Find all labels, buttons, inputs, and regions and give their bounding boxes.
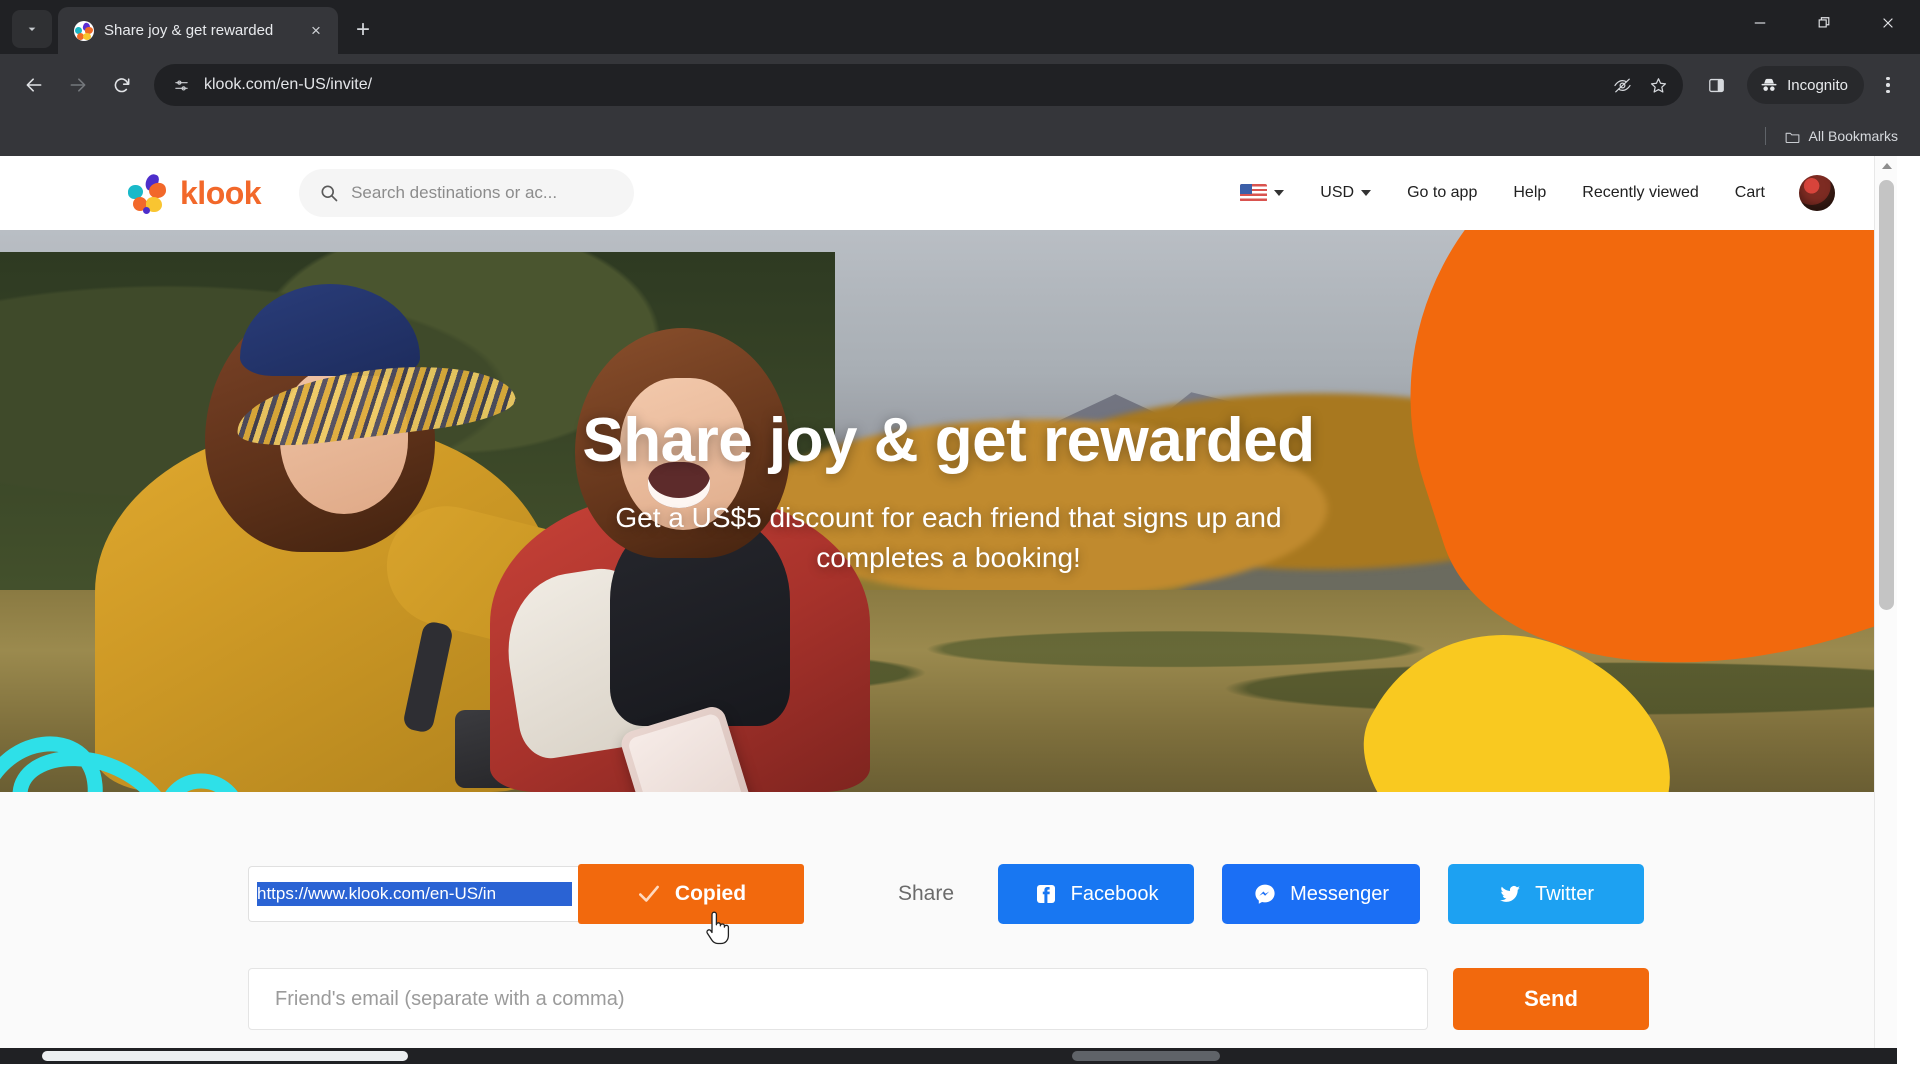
copy-button-label: Copied [674,882,747,905]
chevron-down-icon [1361,190,1372,196]
forward-button[interactable] [58,65,98,105]
share-facebook-button[interactable]: Facebook [998,864,1195,924]
avatar[interactable] [1799,175,1835,211]
hero-copy: Share joy & get rewarded Get a US$5 disc… [0,230,1897,792]
search-placeholder: Search destinations or ac... [351,183,558,202]
currency-selector[interactable]: USD [1302,184,1389,202]
hero-title: Share joy & get rewarded [582,405,1315,475]
incognito-label: Incognito [1787,76,1848,94]
browser-tab[interactable]: Share joy & get rewarded × [58,7,338,54]
reload-button[interactable] [102,65,142,105]
folder-icon [1785,132,1799,143]
klook-logo[interactable]: klook [128,172,262,214]
site-header: klook Search destinations or ac... USD G… [0,156,1897,230]
brand-name: klook [180,174,262,211]
window-controls [1728,0,1920,46]
share-button-label: Messenger [1290,882,1390,905]
incognito-indicator[interactable]: Incognito [1747,66,1864,104]
email-invite-row: Friend's email (separate with a comma) S… [0,968,1897,1030]
check-icon [638,885,659,902]
maximize-button[interactable] [1792,0,1856,46]
address-bar[interactable]: klook.com/en-US/invite/ [154,64,1684,106]
nav-help[interactable]: Help [1495,184,1564,202]
scroll-up-arrow-icon[interactable] [1875,156,1897,176]
hero-banner: Share joy & get rewarded Get a US$5 disc… [0,230,1897,792]
klook-mark-icon [128,172,170,214]
klook-favicon-icon [74,20,94,41]
tab-close-icon[interactable]: × [304,19,328,43]
twitter-icon [1500,885,1521,902]
nav-label: Recently viewed [1582,184,1699,201]
tab-search-icon[interactable] [12,10,52,48]
three-dot-menu-icon[interactable] [1870,65,1906,105]
search-icon [321,185,338,202]
tab-strip: Share joy & get rewarded × + [0,0,1920,54]
page-viewport: klook Search destinations or ac... USD G… [0,156,1920,1080]
horizontal-scrollbar[interactable] [0,1048,1897,1064]
share-button-label: Twitter [1535,882,1594,905]
send-button[interactable]: Send [1453,968,1649,1030]
all-bookmarks-label: All Bookmarks [1808,128,1898,144]
browser-toolbar: klook.com/en-US/invite/ Incognito [0,54,1920,116]
incognito-icon [1761,78,1777,91]
mouse-cursor-pointer [706,911,730,945]
bookmark-star-icon[interactable] [1641,68,1675,102]
copy-link-button[interactable]: Copied [578,864,804,924]
share-twitter-button[interactable]: Twitter [1448,864,1645,924]
nav-cart[interactable]: Cart [1717,184,1783,202]
side-panel-icon[interactable] [1695,65,1737,105]
minimize-button[interactable] [1728,0,1792,46]
header-nav: USD Go to app Help Recently viewed Cart [1222,175,1835,211]
horizontal-scroll-thumb-secondary[interactable] [1072,1051,1220,1061]
nav-recently-viewed[interactable]: Recently viewed [1564,184,1717,202]
chevron-down-icon [1274,190,1285,196]
nav-label: Help [1513,184,1547,201]
eye-crossed-icon[interactable] [1605,68,1639,102]
nav-label: Cart [1734,184,1765,201]
url-text[interactable]: klook.com/en-US/invite/ [204,76,1595,94]
messenger-icon [1255,884,1275,904]
new-tab-button[interactable]: + [346,13,380,47]
nav-label: Go to app [1407,184,1478,201]
currency-label: USD [1320,184,1355,201]
share-messenger-button[interactable]: Messenger [1222,864,1421,924]
invite-link-text[interactable]: https://www.klook.com/en-US/in [257,882,572,906]
site-settings-icon[interactable] [168,72,194,98]
klook-page: klook Search destinations or ac... USD G… [0,156,1897,1064]
share-label: Share [898,882,955,905]
friend-email-input[interactable]: Friend's email (separate with a comma) [248,968,1428,1030]
divider [1764,127,1766,145]
back-button[interactable] [14,65,54,105]
all-bookmarks-button[interactable]: All Bookmarks [1776,124,1906,149]
hero-subtitle: Get a US$5 discount for each friend that… [615,501,1282,573]
horizontal-scroll-thumb[interactable] [42,1051,408,1061]
search-input[interactable]: Search destinations or ac... [299,169,635,217]
share-row: https://www.klook.com/en-US/in Copied Sh… [0,864,1897,924]
language-selector[interactable] [1222,184,1302,202]
nav-go-to-app[interactable]: Go to app [1389,184,1495,202]
invite-link-input[interactable]: https://www.klook.com/en-US/in [248,866,578,922]
share-button-label: Facebook [1070,882,1159,905]
bookmarks-bar: All Bookmarks [0,116,1920,156]
tab-title: Share joy & get rewarded [104,22,274,39]
friend-email-placeholder: Friend's email (separate with a comma) [275,987,625,1010]
facebook-icon [1036,885,1055,903]
share-panel: https://www.klook.com/en-US/in Copied Sh… [0,792,1897,1030]
us-flag-icon [1240,184,1268,202]
browser-window: Share joy & get rewarded × + klook.com/e… [0,0,1920,1080]
close-button[interactable] [1856,0,1920,46]
